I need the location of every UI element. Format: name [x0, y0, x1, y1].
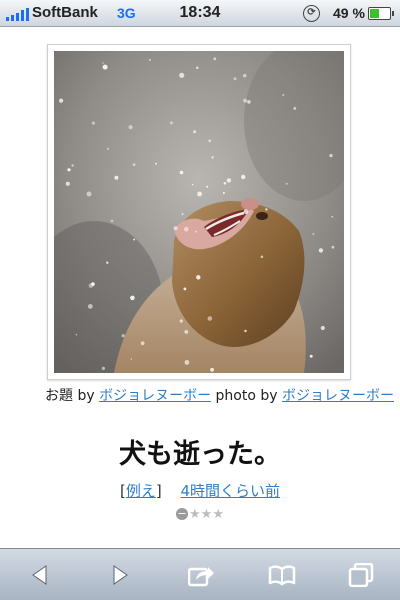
battery-icon	[368, 7, 394, 20]
share-button[interactable]	[170, 549, 230, 600]
back-button[interactable]	[10, 549, 70, 600]
rating-widget[interactable]: − ★★★	[0, 507, 400, 522]
rating-minus-icon[interactable]: −	[176, 508, 189, 520]
share-icon	[188, 567, 214, 587]
photo-caption: お題 by ボジョレヌーボー photo by ボジョレヌーボー	[8, 385, 394, 407]
post-photo[interactable]	[47, 44, 351, 380]
bookmarks-icon	[268, 565, 296, 586]
post-meta: [例え] 4時間くらい前	[0, 480, 400, 501]
forward-button[interactable]	[90, 549, 150, 600]
odai-prefix: お題 by	[45, 388, 95, 404]
bookmarks-button[interactable]	[250, 549, 310, 600]
back-arrow-icon	[32, 565, 47, 585]
example-close-bracket: ]	[155, 482, 162, 500]
tabs-button[interactable]	[330, 549, 390, 600]
post-headline: 犬も逝った。	[119, 439, 281, 470]
battery-percent: 49 %	[333, 5, 365, 21]
forward-arrow-icon	[113, 565, 128, 585]
browser-toolbar	[0, 548, 400, 600]
snow-monkey-photo	[54, 51, 344, 373]
odai-author-link[interactable]: ボジョレヌーボー	[99, 388, 211, 404]
battery-fill	[370, 9, 379, 18]
rating-stars[interactable]: ★★★	[189, 507, 224, 522]
time-ago-link[interactable]: 4時間くらい前	[180, 482, 280, 500]
example-link[interactable]: 例え	[126, 482, 156, 500]
photo-author-link[interactable]: ボジョレヌーボー	[282, 388, 394, 404]
orientation-lock-icon: ⟳	[303, 5, 320, 22]
status-bar: SoftBank 3G 18:34 ⟳ 49 %	[0, 0, 400, 27]
photo-prefix: photo by	[215, 388, 278, 404]
tabs-icon	[348, 563, 374, 587]
